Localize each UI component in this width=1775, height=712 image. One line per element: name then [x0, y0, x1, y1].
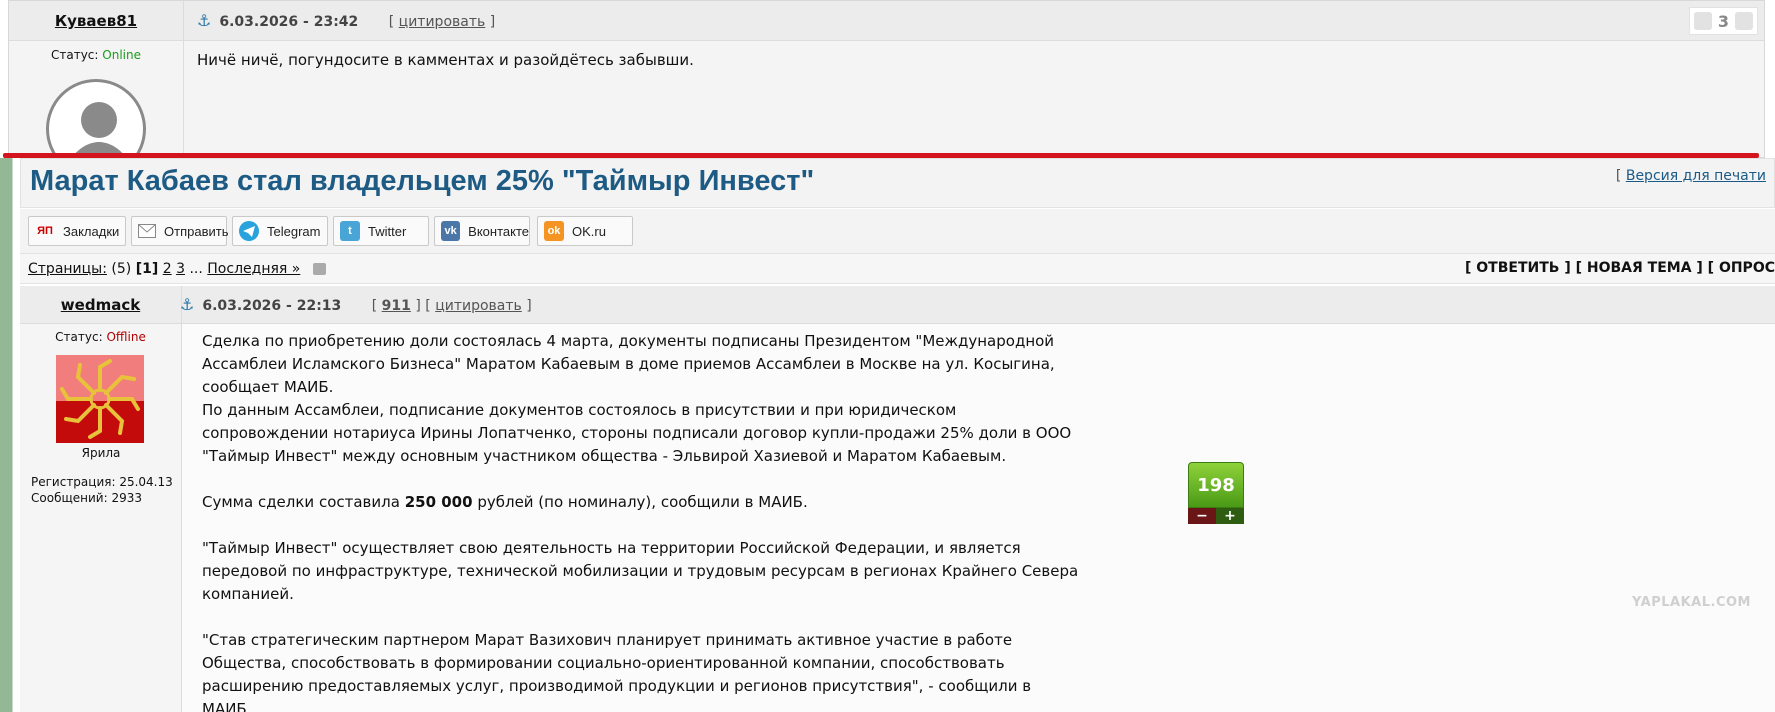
- offline-status: Offline: [106, 330, 146, 344]
- previous-post-userinfo: Статус: Online: [9, 41, 184, 157]
- post-body: Сделка по приобретению доли состоялась 4…: [182, 324, 1775, 712]
- online-status: Online: [102, 48, 141, 62]
- site-watermark: YAPLAKAL.COM: [1632, 595, 1751, 610]
- previous-post-karma-count: 3: [1717, 11, 1729, 31]
- pages-ellipsis: ...: [189, 261, 203, 277]
- post-header: wedmack ⚓ 6.03.2026 - 22:13 [ 911 ] [ цит…: [20, 286, 1775, 324]
- pages-count: (5): [111, 261, 132, 277]
- previous-post-meta: ⚓ 6.03.2026 - 23:42 [ цитировать ]: [197, 1, 495, 41]
- post-author-link[interactable]: wedmack: [61, 296, 140, 314]
- deal-amount: 250 000: [404, 493, 473, 511]
- post-avatar[interactable]: [56, 355, 144, 443]
- post-number: [ 911 ]: [371, 298, 421, 314]
- post-paragraph: Сделка по приобретению доли состоялась 4…: [202, 332, 1055, 396]
- share-button-send[interactable]: Отправить: [131, 216, 228, 246]
- pagination-bar: Страницы: (5) [1] 2 3 ... Последняя » [ …: [20, 254, 1775, 284]
- share-button-twitter[interactable]: t Twitter: [333, 216, 429, 246]
- previous-post-quote: [ цитировать ]: [388, 14, 496, 30]
- previous-post-date: 6.03.2026 - 23:42: [219, 14, 359, 30]
- print-version-link[interactable]: Версия для печати: [1626, 168, 1766, 184]
- post-paragraph: "Став стратегическим партнером Марат Ваз…: [202, 631, 1032, 712]
- topic-title-bar: Марат Кабаев стал владельцем 25% "Таймыр…: [20, 158, 1775, 208]
- karma-up-icon[interactable]: [1735, 12, 1753, 30]
- post-paragraph: По данным Ассамблеи, подписание документ…: [202, 401, 1072, 465]
- previous-post-text: Ничё ничё, погундосите в камментах и раз…: [197, 51, 694, 69]
- default-avatar-icon: [72, 102, 126, 157]
- previous-post-author-link[interactable]: Куваев81: [55, 12, 137, 30]
- previous-post-status: Статус: Online: [50, 48, 141, 62]
- previous-post-quote-link[interactable]: цитировать: [399, 14, 486, 30]
- pages-label[interactable]: Страницы:: [28, 261, 107, 277]
- anchor-icon[interactable]: ⚓: [180, 286, 194, 324]
- post-date: 6.03.2026 - 22:13: [202, 298, 342, 314]
- post-paragraph: "Таймыр Инвест" осуществляет свою деятел…: [202, 539, 1079, 603]
- rating-plus-button[interactable]: +: [1216, 508, 1244, 524]
- twitter-icon: t: [340, 221, 360, 241]
- rating-score: 198: [1188, 462, 1244, 508]
- previous-post: Куваев81 ⚓ 6.03.2026 - 23:42 [ цитировать…: [8, 0, 1765, 158]
- previous-post-karma: 3: [1688, 7, 1758, 35]
- rating-minus-button[interactable]: −: [1188, 508, 1216, 524]
- user-registration-info: Регистрация: 25.04.13 Сообщений: 2933: [31, 474, 173, 506]
- last-page-link[interactable]: Последняя »: [207, 261, 300, 277]
- post-quote: [ цитировать ]: [425, 298, 532, 314]
- current-page: [1]: [135, 261, 159, 277]
- left-border-strip: [0, 158, 13, 712]
- share-button-ok[interactable]: ok OK.ru: [537, 216, 633, 246]
- post-userinfo: Статус: Offline Ярила Регистрация: 25.04…: [20, 324, 182, 712]
- topic-section: Марат Кабаев стал владельцем 25% "Таймыр…: [20, 158, 1775, 712]
- share-bar: ЯП Закладки Отправить Telegram t Twitter…: [20, 209, 1775, 254]
- avatar-caption: Ярила: [81, 446, 121, 460]
- envelope-icon: [138, 221, 156, 241]
- anchor-icon[interactable]: ⚓: [197, 1, 211, 41]
- page-link-3[interactable]: 3: [176, 261, 185, 277]
- topic-actions[interactable]: [ ОТВЕТИТЬ ] [ НОВАЯ ТЕМА ] [ ОПРОС: [1465, 260, 1775, 276]
- ok-icon: ok: [544, 221, 564, 241]
- go-to-page-icon[interactable]: [312, 263, 326, 275]
- previous-post-author-cell: Куваев81: [9, 1, 184, 41]
- post-meta: ⚓ 6.03.2026 - 22:13 [ 911 ] [ цитировать …: [180, 286, 532, 324]
- share-button-bookmarks[interactable]: ЯП Закладки: [28, 216, 126, 246]
- post-status: Статус: Offline: [55, 330, 146, 344]
- previous-post-avatar[interactable]: [46, 79, 146, 157]
- kolovrat-icon: [60, 359, 140, 439]
- previous-post-header: Куваев81 ⚓ 6.03.2026 - 23:42 [ цитировать…: [9, 1, 1764, 41]
- message-count: Сообщений: 2933: [31, 491, 142, 505]
- print-version: [ Версия для печати: [1615, 168, 1766, 184]
- vk-icon: vk: [441, 221, 461, 241]
- share-button-telegram[interactable]: Telegram: [232, 216, 328, 246]
- pagination: Страницы: (5) [1] 2 3 ... Последняя »: [28, 261, 326, 277]
- post-paragraph: Сумма сделки составила 250 000 рублей (п…: [202, 493, 808, 511]
- telegram-icon: [239, 221, 259, 241]
- post-number-link[interactable]: 911: [382, 298, 411, 314]
- post-quote-link[interactable]: цитировать: [435, 298, 522, 314]
- post-rating: 198 − +: [1188, 462, 1244, 524]
- topic-title: Марат Кабаев стал владельцем 25% "Таймыр…: [30, 165, 815, 197]
- registration-date: Регистрация: 25.04.13: [31, 475, 173, 489]
- post-author-cell: wedmack: [20, 286, 182, 324]
- share-button-vk[interactable]: vk Вконтакте: [434, 216, 530, 246]
- ya-bookmarks-icon: ЯП: [37, 225, 53, 237]
- karma-down-icon[interactable]: [1693, 12, 1712, 30]
- page-link-2[interactable]: 2: [163, 261, 172, 277]
